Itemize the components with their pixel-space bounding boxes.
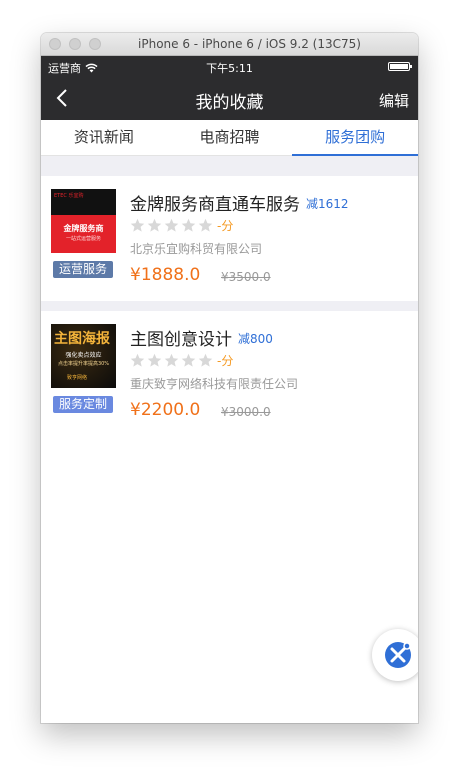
simulator-title: iPhone 6 - iPhone 6 / iOS 9.2 (13C75): [138, 37, 361, 51]
rating-score: -分: [217, 354, 234, 368]
star-icon: [181, 353, 196, 367]
star-icon: [164, 353, 179, 367]
section-gap: [41, 301, 418, 311]
star-icon: [164, 218, 179, 232]
item-name-text: 主图创意设计: [130, 330, 232, 350]
company-name: 北京乐宜购科贸有限公司: [130, 242, 263, 256]
star-icon: [198, 218, 213, 232]
assistive-touch-icon: [385, 642, 411, 668]
page-title: 我的收藏: [195, 93, 264, 113]
status-time: 下午5:11: [206, 62, 253, 75]
thumbnail-headline: 金牌服务商: [63, 224, 104, 233]
thumbnail-caption: ETEC 乐宜购: [54, 193, 84, 199]
price: ¥2200.0: [130, 400, 201, 420]
battery-icon: [388, 62, 412, 71]
item-thumbnail: 主图海报 强化卖点效应 点击率提升率提高30% 致亨网络: [51, 324, 116, 388]
tab-service-group-buy[interactable]: 服务团购: [292, 120, 418, 155]
status-bar: 运营商 下午5:11: [41, 56, 418, 77]
category-tag: 服务定制: [53, 396, 114, 413]
item-name: 金牌服务商直通车服务 减1612: [130, 190, 349, 215]
discount-badge: 减1612: [306, 197, 349, 211]
assistive-touch-button[interactable]: [372, 629, 418, 681]
section-gap: [41, 156, 418, 176]
thumbnail-subline: 一站式运营服务: [65, 236, 101, 242]
thumbnail-headline: 主图海报: [54, 331, 110, 347]
star-icon: [130, 353, 145, 367]
original-price: ¥3000.0: [221, 405, 271, 419]
star-icon: [181, 218, 196, 232]
price: ¥1888.0: [130, 265, 201, 285]
simulator-titlebar: iPhone 6 - iPhone 6 / iOS 9.2 (13C75): [41, 33, 418, 56]
item-name: 主图创意设计 减800: [130, 325, 273, 350]
item-name-text: 金牌服务商直通车服务: [130, 195, 300, 215]
star-icon: [198, 353, 213, 367]
star-icon: [147, 218, 162, 232]
nav-bar: 我的收藏 编辑: [41, 77, 418, 120]
tab-ecommerce-jobs[interactable]: 电商招聘: [167, 120, 293, 155]
rating-stars: -分: [130, 217, 233, 234]
rating-stars: -分: [130, 352, 233, 369]
discount-badge: 减800: [238, 332, 273, 346]
list-item[interactable]: 主图海报 强化卖点效应 点击率提升率提高30% 致亨网络 服务定制 主图创意设计…: [41, 311, 418, 436]
list-item[interactable]: ETEC 乐宜购 金牌服务商 一站式运营服务 运营服务 金牌服务商直通车服务 减1…: [41, 176, 418, 301]
tab-active-indicator: [292, 154, 418, 156]
tab-bar: 资讯新闻 电商招聘 服务团购: [41, 120, 418, 156]
thumbnail-caption: 点击率提升率提高30%: [57, 361, 110, 367]
category-tag: 运营服务: [53, 261, 114, 278]
company-name: 重庆致亨网络科技有限责任公司: [130, 377, 299, 391]
item-thumbnail: ETEC 乐宜购 金牌服务商 一站式运营服务: [51, 189, 116, 253]
edit-button[interactable]: 编辑: [379, 90, 409, 111]
simulator-window: iPhone 6 - iPhone 6 / iOS 9.2 (13C75) 运营…: [41, 33, 418, 723]
tab-news[interactable]: 资讯新闻: [41, 120, 167, 155]
rating-score: -分: [217, 219, 234, 233]
thumbnail-brand: 致亨网络: [67, 375, 88, 381]
thumbnail-subline: 强化卖点效应: [65, 352, 102, 359]
star-icon: [147, 353, 162, 367]
original-price: ¥3500.0: [221, 270, 271, 284]
star-icon: [130, 218, 145, 232]
